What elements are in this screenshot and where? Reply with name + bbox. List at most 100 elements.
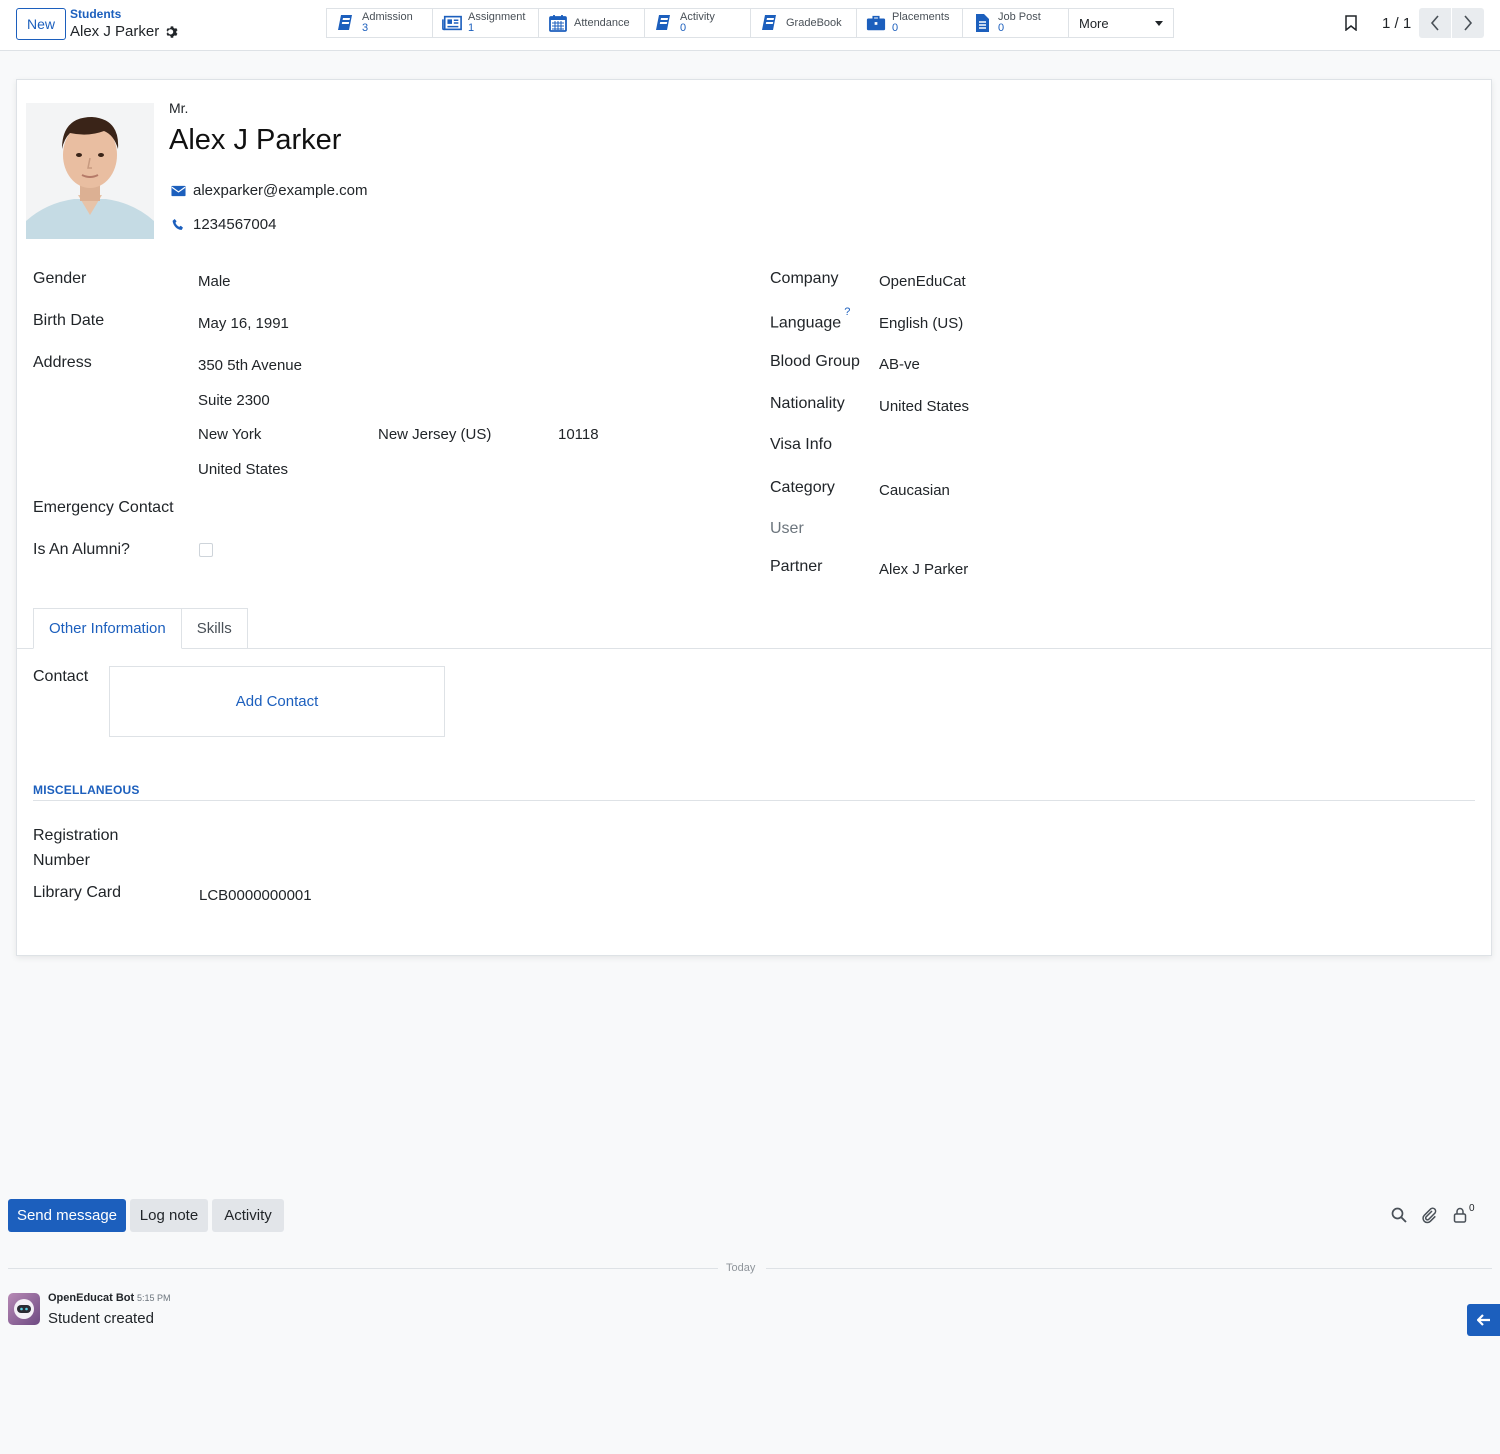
registration-number-label-line1: Registration [33,827,119,844]
arrow-left-icon [1476,1314,1490,1326]
breadcrumb-current-label: Alex J Parker [70,23,160,40]
date-separator-line [8,1268,718,1269]
is-alumni-checkbox[interactable] [199,543,213,557]
form-sheet: Mr. Alex J Parker alexparker@example.com… [16,79,1492,956]
pager-value[interactable]: 1 / 1 [1382,15,1411,32]
paperclip-icon[interactable] [1420,1206,1438,1224]
user-label: User [770,520,804,537]
book-icon [656,15,670,30]
birth-date-value[interactable]: May 16, 1991 [198,315,289,332]
section-divider [33,800,1475,801]
message-author[interactable]: OpenEducat Bot [48,1292,134,1304]
emergency-contact-label: Emergency Contact [33,499,174,516]
message-time: 5:15 PM [137,1293,171,1303]
partner-value[interactable]: Alex J Parker [879,561,968,578]
smart-buttons-bar: Admission 3 Assignment 1 Attendance Activi… [326,8,1174,38]
send-message-button[interactable]: Send message [8,1199,126,1232]
gear-icon[interactable] [165,25,179,39]
document-icon [976,14,989,32]
tab-skills[interactable]: Skills [181,608,248,649]
smart-button-label: Job Post [998,11,1041,23]
assignment-smart-button[interactable]: Assignment 1 [432,8,538,38]
newspaper-icon [442,15,462,31]
student-portrait-image [26,103,154,239]
visa-info-label: Visa Info [770,436,832,453]
zip-value[interactable]: 10118 [558,426,599,443]
smart-button-label: Assignment [468,11,526,23]
envelope-icon [171,185,186,196]
birth-date-label: Birth Date [33,312,105,329]
street2-value[interactable]: Suite 2300 [198,392,270,409]
blood-group-label: Blood Group [770,353,860,370]
phone-row: 1234567004 [171,216,276,233]
nationality-value[interactable]: United States [879,398,969,415]
student-name[interactable]: Alex J Parker [169,124,341,157]
more-label: More [1079,15,1109,31]
calendar-icon [549,15,567,32]
pager-next-button[interactable] [1452,8,1484,38]
smart-button-count: 0 [680,22,687,34]
registration-number-label-line2: Number [33,852,90,869]
job-post-smart-button[interactable]: Job Post 0 [962,8,1068,38]
language-value[interactable]: English (US) [879,315,963,332]
smart-button-count: 0 [892,22,899,34]
activity-smart-button[interactable]: Activity 0 [644,8,750,38]
collapse-chatter-button[interactable] [1467,1304,1500,1336]
date-separator-label: Today [726,1262,756,1274]
log-note-button[interactable]: Log note [130,1199,208,1232]
help-tooltip-icon[interactable]: ? [844,306,850,318]
country-value[interactable]: United States [198,461,288,478]
nationality-label: Nationality [770,395,845,412]
street-value[interactable]: 350 5th Avenue [198,357,302,374]
partner-label: Partner [770,558,823,575]
gender-value[interactable]: Male [198,273,231,290]
student-photo[interactable] [26,103,154,239]
library-card-label: Library Card [33,884,122,901]
bookmark-icon[interactable] [1344,15,1358,31]
phone-value[interactable]: 1234567004 [193,216,276,233]
library-card-value[interactable]: LCB0000000001 [199,887,312,904]
notebook-tabs: Other Information Skills [33,608,248,649]
category-label: Category [770,479,835,496]
email-value[interactable]: alexparker@example.com [193,182,367,199]
admission-smart-button[interactable]: Admission 3 [326,8,432,38]
pager-previous-button[interactable] [1419,8,1451,38]
phone-icon [172,218,183,230]
gradebook-smart-button[interactable]: GradeBook [750,8,856,38]
attendance-smart-button[interactable]: Attendance [538,8,644,38]
message-body: Student created [48,1310,154,1327]
category-value[interactable]: Caucasian [879,482,950,499]
book-icon [762,15,776,30]
smart-button-label: Admission [362,11,413,23]
company-value[interactable]: OpenEduCat [879,273,966,290]
smart-button-label: GradeBook [786,16,842,29]
smart-button-count: 1 [468,22,475,34]
language-label-text: Language [770,314,842,332]
placements-smart-button[interactable]: Placements 0 [856,8,962,38]
blood-group-value[interactable]: AB-ve [879,356,920,373]
control-panel: New Students Alex J Parker Admission 3 As… [0,0,1500,51]
robot-icon [14,1299,34,1319]
new-button[interactable]: New [16,8,66,40]
more-dropdown[interactable]: More [1068,8,1174,38]
email-row: alexparker@example.com [171,182,367,199]
add-contact-button[interactable]: Add Contact [109,666,445,737]
state-value[interactable]: New Jersey (US) [378,426,491,443]
date-separator-line [766,1268,1492,1269]
gender-label: Gender [33,270,87,287]
lock-icon[interactable] [1451,1206,1469,1224]
smart-button-count: 3 [362,22,369,34]
search-icon[interactable] [1390,1206,1408,1224]
bot-avatar[interactable] [8,1293,40,1325]
miscellaneous-section-title: MISCELLANEOUS [33,783,140,797]
breadcrumb-students-link[interactable]: Students [70,7,121,21]
activity-button[interactable]: Activity [212,1199,284,1232]
briefcase-icon [866,15,886,31]
city-value[interactable]: New York [198,426,261,443]
tab-other-information[interactable]: Other Information [33,608,182,649]
chevron-left-icon [1430,15,1439,31]
language-label: Language? [770,306,850,332]
smart-button-label: Placements [892,11,950,23]
contact-label: Contact [33,668,89,685]
is-alumni-label: Is An Alumni? [33,541,130,558]
